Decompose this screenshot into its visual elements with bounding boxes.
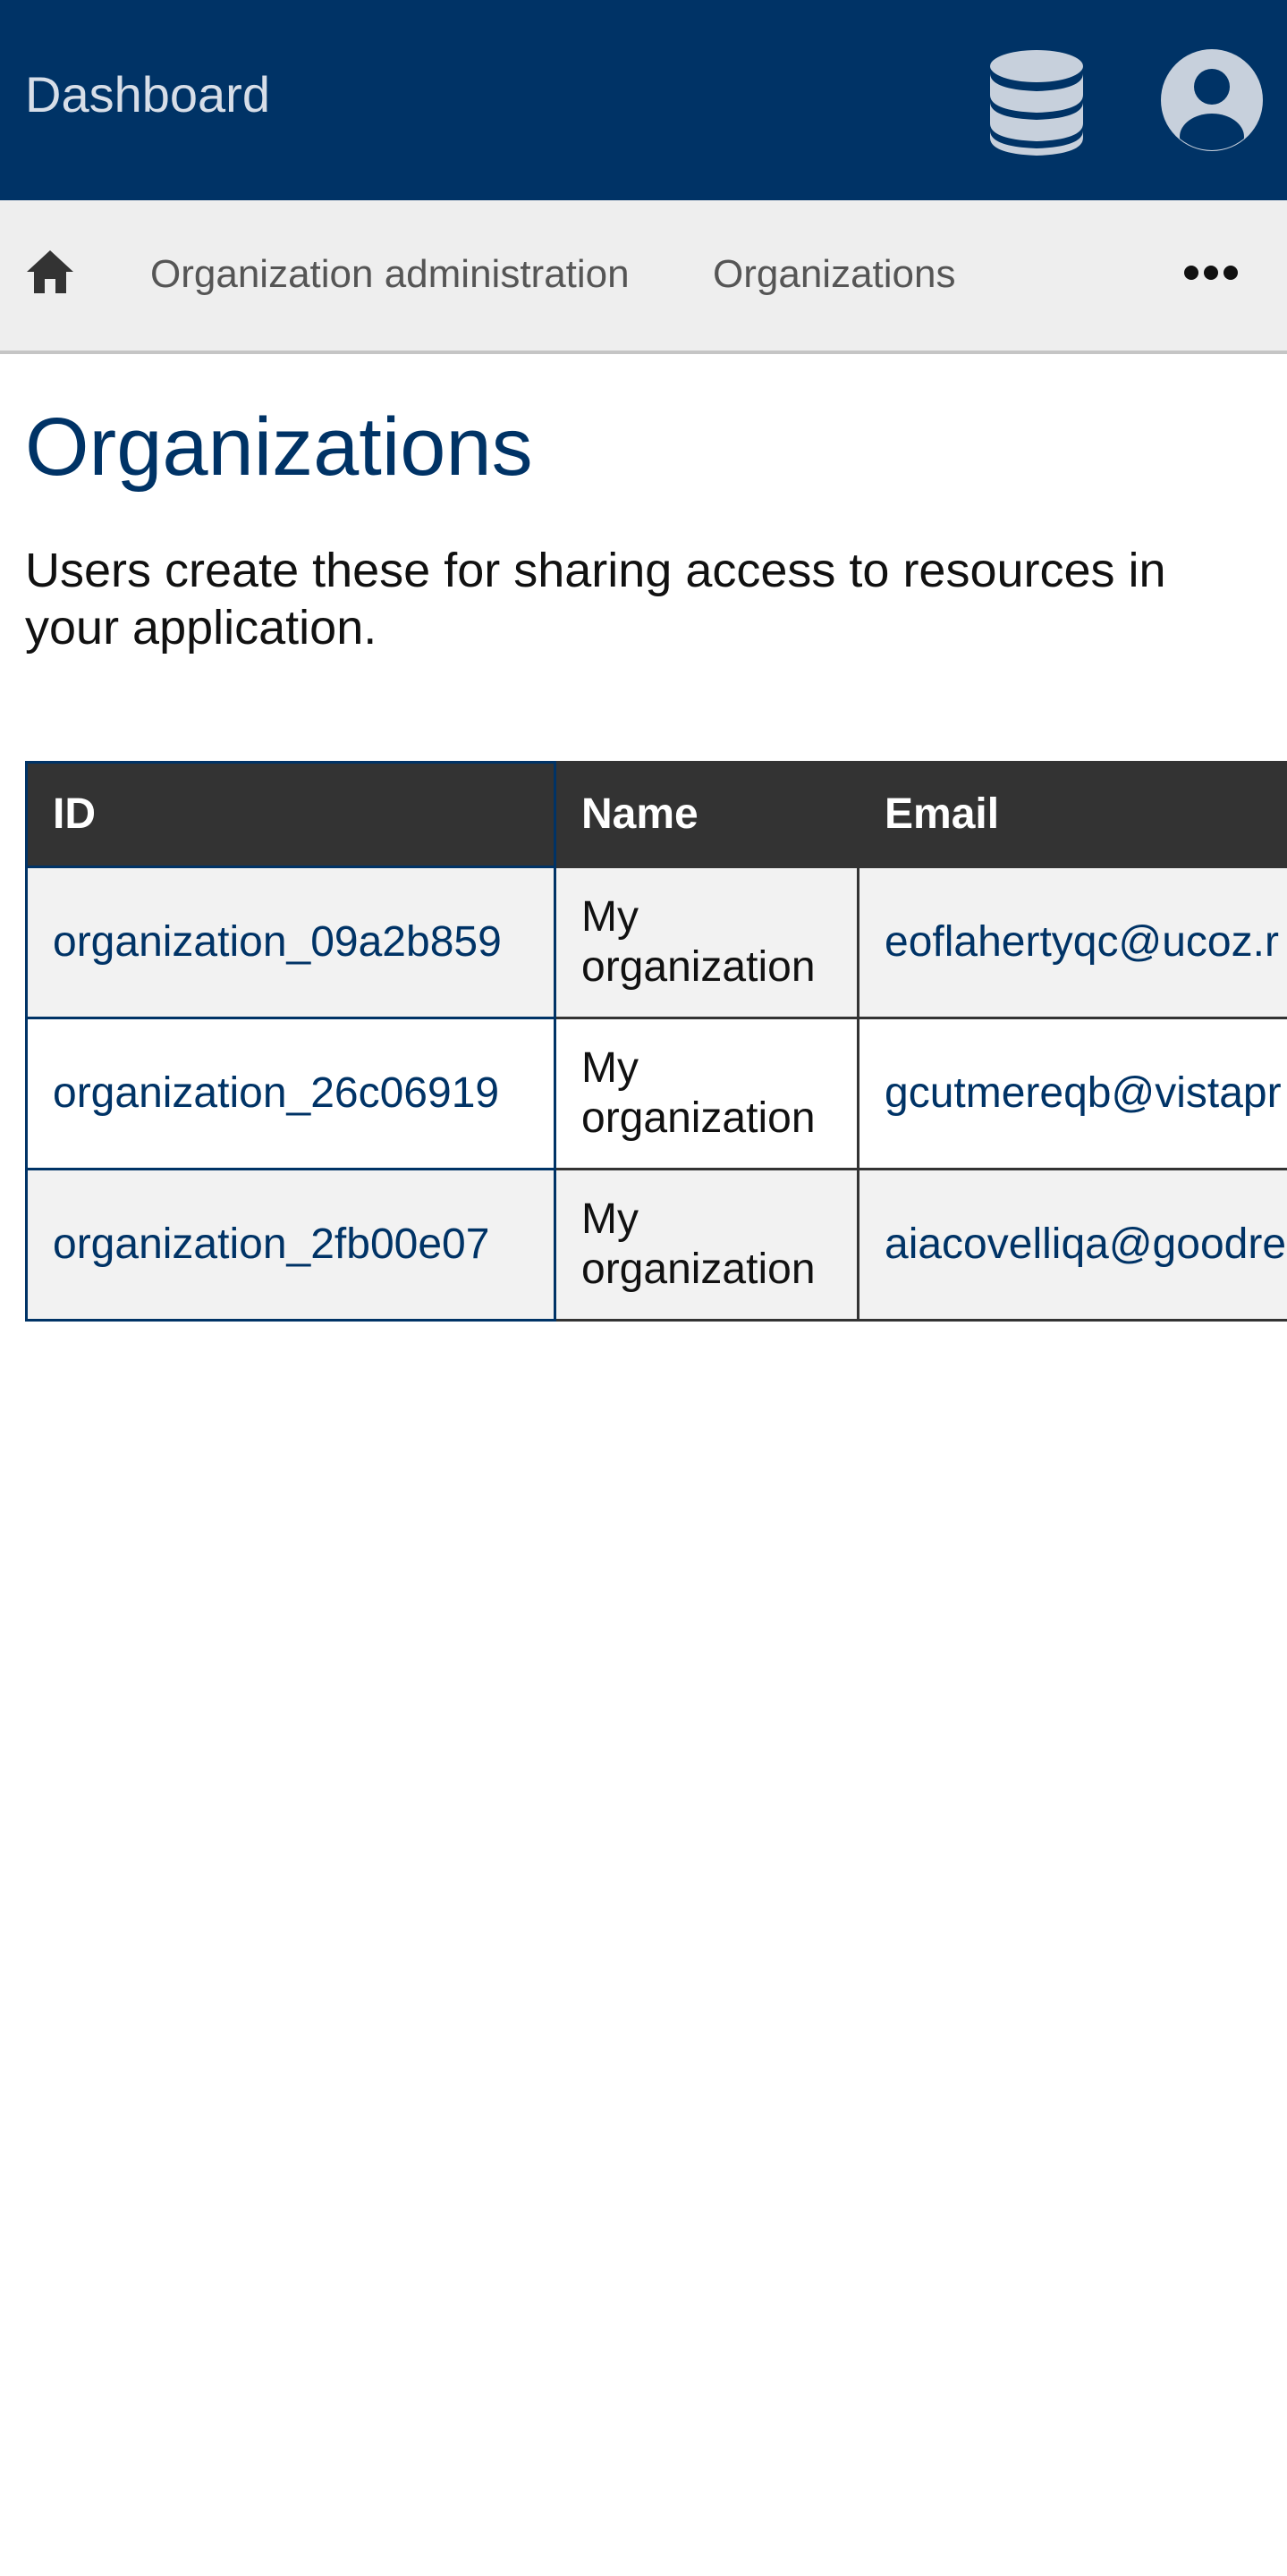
table-row: organization_2fb00e07 My organization ai… [25,1168,1287,1322]
column-header-email[interactable]: Email [857,761,1287,868]
organizations-table-container[interactable]: ID Name Email organization_09a2b859 My o… [25,761,1287,1328]
table-row: organization_26c06919 My organization gc… [25,1017,1287,1170]
home-icon[interactable] [25,247,75,297]
breadcrumb: Organization administration Organization… [0,200,1287,354]
column-header-name[interactable]: Name [554,761,859,868]
page-description: Users create these for sharing access to… [25,544,1166,655]
table-header-row: ID Name Email [25,761,1287,868]
database-icon[interactable] [984,45,1089,156]
organization-name: My organization [581,1195,816,1293]
more-horizontal-icon[interactable] [1183,263,1239,283]
organization-name: My organization [581,893,816,991]
cell-email: eoflahertyqc@ucoz.r [857,866,1287,1019]
organization-id-link[interactable]: organization_26c06919 [53,1069,499,1117]
breadcrumb-item-organizations[interactable]: Organizations [713,250,955,299]
cell-name: My organization [554,1168,859,1322]
column-header-id[interactable]: ID [25,761,556,868]
cell-id: organization_2fb00e07 [25,1168,556,1322]
organization-email-link[interactable]: gcutmereqb@vistapr [885,1069,1282,1117]
cell-id: organization_26c06919 [25,1017,556,1170]
organizations-table: ID Name Email organization_09a2b859 My o… [25,761,1287,1322]
cell-id: organization_09a2b859 [25,866,556,1019]
top-app-bar: Dashboard [0,0,1287,200]
organization-id-link[interactable]: organization_09a2b859 [53,918,502,966]
page-title: Organizations [25,401,533,493]
user-avatar-icon[interactable] [1159,47,1265,153]
breadcrumb-item-organization-administration[interactable]: Organization administration [150,250,630,299]
organization-email-link[interactable]: aiacovelliqa@goodre [885,1220,1286,1268]
organization-name: My organization [581,1044,816,1142]
cell-email: gcutmereqb@vistapr [857,1017,1287,1170]
app-title-link[interactable]: Dashboard [25,64,270,125]
table-row: organization_09a2b859 My organization eo… [25,866,1287,1019]
organization-email-link[interactable]: eoflahertyqc@ucoz.r [885,918,1279,966]
cell-email: aiacovelliqa@goodre [857,1168,1287,1322]
organization-id-link[interactable]: organization_2fb00e07 [53,1220,489,1268]
cell-name: My organization [554,1017,859,1170]
cell-name: My organization [554,866,859,1019]
